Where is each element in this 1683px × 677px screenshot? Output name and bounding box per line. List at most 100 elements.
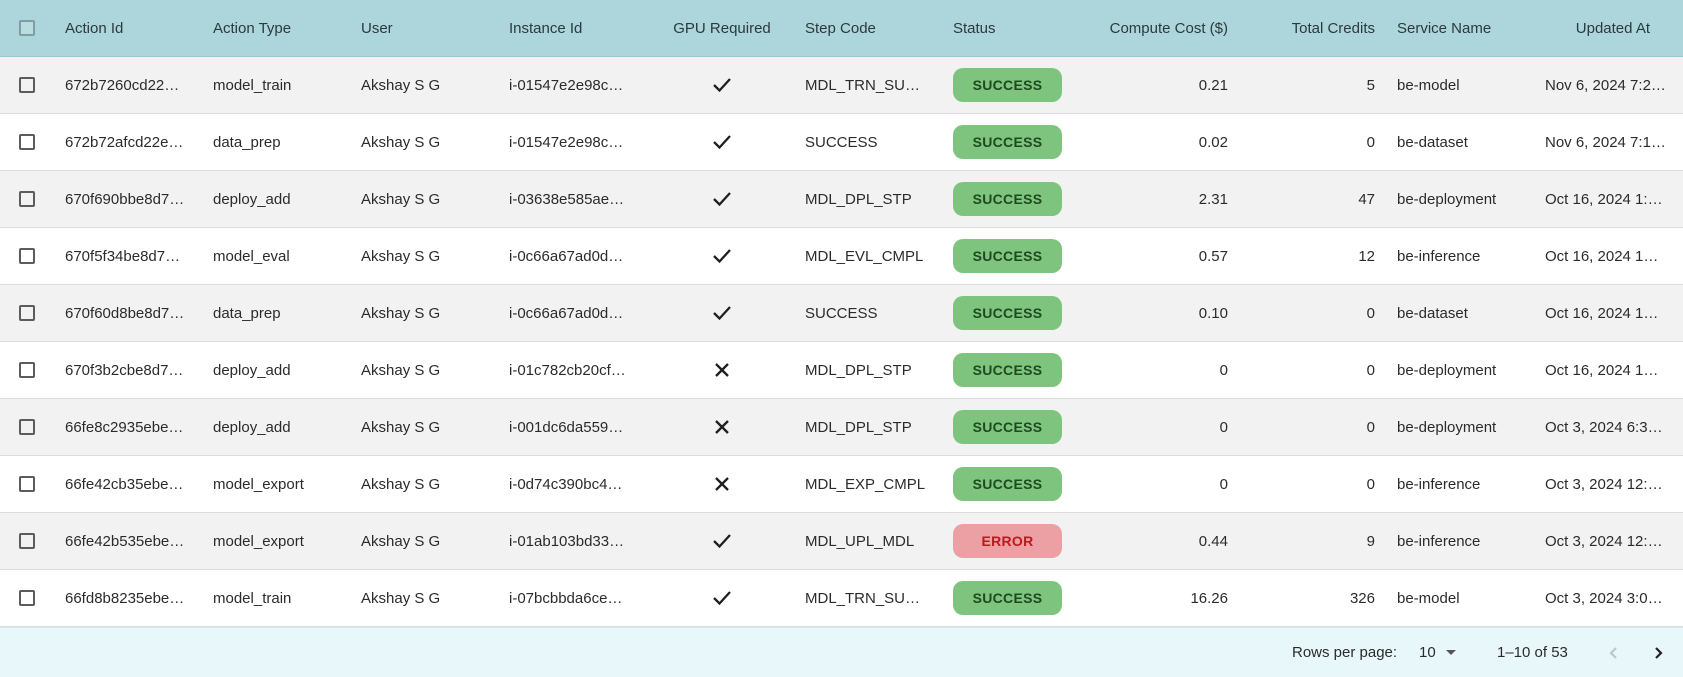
cell-user: Akshay S G [361, 589, 441, 607]
status-badge: SUCCESS [953, 125, 1062, 159]
column-header-user[interactable]: User [361, 0, 481, 56]
column-header-step-code[interactable]: Step Code [805, 0, 925, 56]
column-header-service-name[interactable]: Service Name [1397, 0, 1517, 56]
cell-total-credits: 326 [1349, 589, 1375, 607]
next-page-button[interactable] [1651, 628, 1665, 677]
row-checkbox[interactable] [17, 285, 37, 341]
rows-per-page-label: Rows per page: [1292, 644, 1398, 661]
table-row[interactable]: 66fe42b535ebe… model_export Akshay S G i-01… [0, 513, 1683, 570]
check-icon [667, 114, 777, 170]
cell-action-type: deploy_add [213, 361, 291, 379]
cross-icon [667, 456, 777, 512]
column-header-action-type[interactable]: Action Type [213, 0, 333, 56]
column-header-status[interactable]: Status [953, 0, 1063, 56]
table-row[interactable]: 670f690bbe8d7… deploy_add Akshay S G i-0363… [0, 171, 1683, 228]
cell-action-id: 670f5f34be8d7… [65, 247, 181, 265]
row-checkbox[interactable] [17, 570, 37, 626]
cell-updated-at: Oct 16, 2024 1… [1545, 304, 1659, 322]
cell-updated-at: Nov 6, 2024 7:2… [1545, 76, 1666, 94]
table-row[interactable]: 670f60d8be8d7… data_prep Akshay S G i-0c66a… [0, 285, 1683, 342]
cell-updated-at: Oct 3, 2024 6:3… [1545, 418, 1663, 436]
column-header-action-id[interactable]: Action Id [65, 0, 185, 56]
cell-action-id: 672b7260cd22… [65, 76, 180, 94]
column-header-instance-id[interactable]: Instance Id [509, 0, 629, 56]
table-row[interactable]: 66fe8c2935ebe… deploy_add Akshay S G i-001d… [0, 399, 1683, 456]
cross-icon [667, 399, 777, 455]
cell-user: Akshay S G [361, 133, 441, 151]
cell-compute-cost: 0.02 [1198, 133, 1228, 151]
previous-page-button[interactable] [1607, 628, 1621, 677]
cell-compute-cost: 0.10 [1198, 304, 1228, 322]
cell-instance-id: i-0c66a67ad0d… [509, 304, 624, 322]
cell-action-type: data_prep [213, 133, 281, 151]
check-icon [667, 228, 777, 284]
cell-step-code: MDL_TRN_SU… [805, 589, 921, 607]
status-badge: SUCCESS [953, 581, 1062, 615]
check-icon [667, 513, 777, 569]
cross-icon [667, 342, 777, 398]
cell-service-name: be-deployment [1397, 361, 1497, 379]
table-row[interactable]: 66fe42cb35ebe… model_export Akshay S G i-0d… [0, 456, 1683, 513]
cell-instance-id: i-01c782cb20cf… [509, 361, 626, 379]
row-checkbox[interactable] [17, 342, 37, 398]
table-row[interactable]: 670f5f34be8d7… model_eval Akshay S G i-0c66… [0, 228, 1683, 285]
table-row[interactable]: 672b7260cd22… model_train Akshay S G i-0154… [0, 57, 1683, 114]
cell-compute-cost: 0 [1219, 475, 1228, 493]
row-checkbox[interactable] [17, 228, 37, 284]
row-checkbox[interactable] [17, 456, 37, 512]
status-cell: SUCCESS [953, 285, 1065, 341]
status-cell: SUCCESS [953, 114, 1065, 170]
row-checkbox[interactable] [17, 57, 37, 113]
cell-action-id: 66fd8b8235ebe… [65, 589, 185, 607]
check-icon [667, 285, 777, 341]
table-row[interactable]: 670f3b2cbe8d7… deploy_add Akshay S G i-01c7… [0, 342, 1683, 399]
cell-total-credits: 0 [1366, 133, 1375, 151]
cell-total-credits: 0 [1366, 418, 1375, 436]
table-row[interactable]: 66fd8b8235ebe… model_train Akshay S G i-07b… [0, 570, 1683, 627]
cell-user: Akshay S G [361, 190, 441, 208]
cell-instance-id: i-01547e2e98c… [509, 133, 624, 151]
row-checkbox[interactable] [17, 114, 37, 170]
cell-action-type: model_train [213, 76, 292, 94]
status-cell: SUCCESS [953, 171, 1065, 227]
cell-service-name: be-model [1397, 76, 1460, 94]
cell-step-code: SUCCESS [805, 304, 878, 322]
status-cell: SUCCESS [953, 342, 1065, 398]
cell-step-code: MDL_EXP_CMPL [805, 475, 926, 493]
table-header-row: Action Id Action Type User Instance Id G… [0, 0, 1683, 57]
cell-action-id: 66fe8c2935ebe… [65, 418, 184, 436]
rows-per-page-select[interactable]: 10 [1419, 628, 1456, 677]
cell-service-name: be-dataset [1397, 304, 1468, 322]
cell-step-code: SUCCESS [805, 133, 878, 151]
table-row[interactable]: 672b72afcd22e… data_prep Akshay S G i-01547… [0, 114, 1683, 171]
rows-per-page-value: 10 [1419, 644, 1436, 661]
column-header-compute-cost[interactable]: Compute Cost ($) [1080, 0, 1228, 56]
column-header-updated-at[interactable]: Updated At [1530, 0, 1650, 56]
column-header-gpu-required[interactable]: GPU Required [667, 0, 777, 56]
cell-updated-at: Oct 3, 2024 12:… [1545, 532, 1663, 550]
cell-instance-id: i-0c66a67ad0d… [509, 247, 624, 265]
select-all-checkbox[interactable] [17, 0, 37, 56]
cell-total-credits: 9 [1366, 532, 1375, 550]
row-checkbox[interactable] [17, 513, 37, 569]
cell-compute-cost: 2.31 [1198, 190, 1228, 208]
cell-user: Akshay S G [361, 76, 441, 94]
cell-action-id: 66fe42b535ebe… [65, 532, 185, 550]
cell-instance-id: i-07bcbbda6ce… [509, 589, 623, 607]
cell-service-name: be-inference [1397, 532, 1481, 550]
cell-updated-at: Oct 3, 2024 3:0… [1545, 589, 1663, 607]
cell-instance-id: i-001dc6da559… [509, 418, 624, 436]
cell-updated-at: Oct 3, 2024 12:… [1545, 475, 1663, 493]
row-checkbox[interactable] [17, 171, 37, 227]
column-header-total-credits[interactable]: Total Credits [1245, 0, 1375, 56]
cell-step-code: MDL_DPL_STP [805, 190, 912, 208]
cell-step-code: MDL_EVL_CMPL [805, 247, 924, 265]
chevron-right-icon [1655, 646, 1663, 659]
actions-data-grid: Action Id Action Type User Instance Id G… [0, 0, 1683, 677]
row-checkbox[interactable] [17, 399, 37, 455]
check-icon [667, 171, 777, 227]
status-cell: SUCCESS [953, 228, 1065, 284]
chevron-left-icon [1609, 646, 1617, 659]
status-badge: SUCCESS [953, 182, 1062, 216]
status-cell: SUCCESS [953, 570, 1065, 626]
